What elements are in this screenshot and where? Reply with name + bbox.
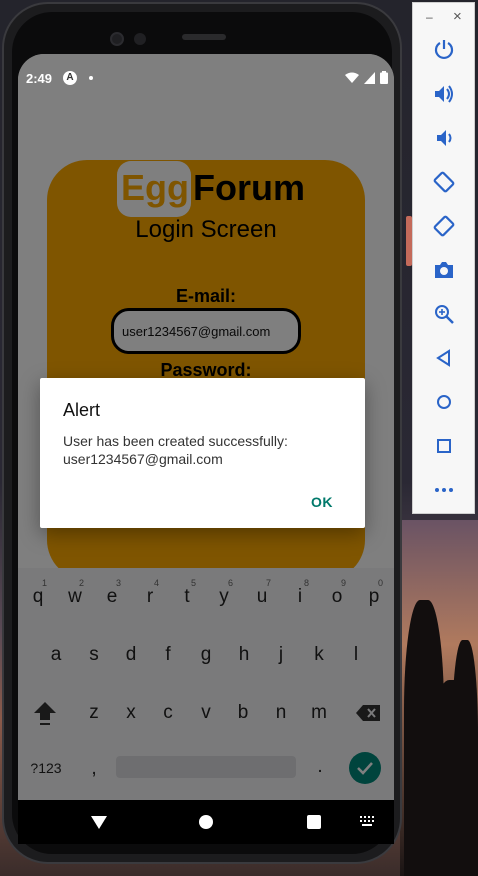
battery-icon <box>380 71 388 84</box>
navigation-bar <box>18 800 394 844</box>
power-icon[interactable] <box>431 36 457 62</box>
overview-icon[interactable] <box>431 433 457 459</box>
minimize-button[interactable]: – <box>426 10 433 24</box>
back-icon[interactable] <box>431 345 457 371</box>
rotate-left-icon[interactable] <box>431 169 457 195</box>
more-icon[interactable] <box>431 477 457 503</box>
alert-ok-button[interactable]: OK <box>311 494 333 510</box>
keyboard-switch-icon[interactable] <box>360 816 376 828</box>
zoom-icon[interactable] <box>431 301 457 327</box>
emulator-toolbar: – × <box>412 2 475 514</box>
earpiece-speaker <box>182 34 226 40</box>
volume-up-icon[interactable] <box>431 81 457 107</box>
status-time: 2:49 <box>26 71 53 86</box>
wifi-icon <box>345 72 359 83</box>
home-icon[interactable] <box>431 389 457 415</box>
background-tree <box>452 640 478 876</box>
volume-down-icon[interactable] <box>431 125 457 151</box>
notification-badge: A <box>63 71 77 85</box>
alert-dialog: Alert User has been created successfully… <box>40 378 365 528</box>
alert-title: Alert <box>63 400 101 420</box>
status-bar: 2:49 A <box>18 54 394 100</box>
front-camera <box>110 32 124 46</box>
signal-icon <box>364 71 375 84</box>
camera-icon[interactable] <box>431 257 457 283</box>
nav-home-icon[interactable] <box>199 815 213 829</box>
rotate-right-icon[interactable] <box>431 213 457 239</box>
alert-message: User has been created successfully: user… <box>63 433 288 467</box>
close-button[interactable]: × <box>453 8 462 25</box>
sensor <box>134 33 146 45</box>
nav-back-icon[interactable] <box>90 814 108 830</box>
notification-dot <box>89 76 93 80</box>
nav-overview-icon[interactable] <box>307 815 321 829</box>
